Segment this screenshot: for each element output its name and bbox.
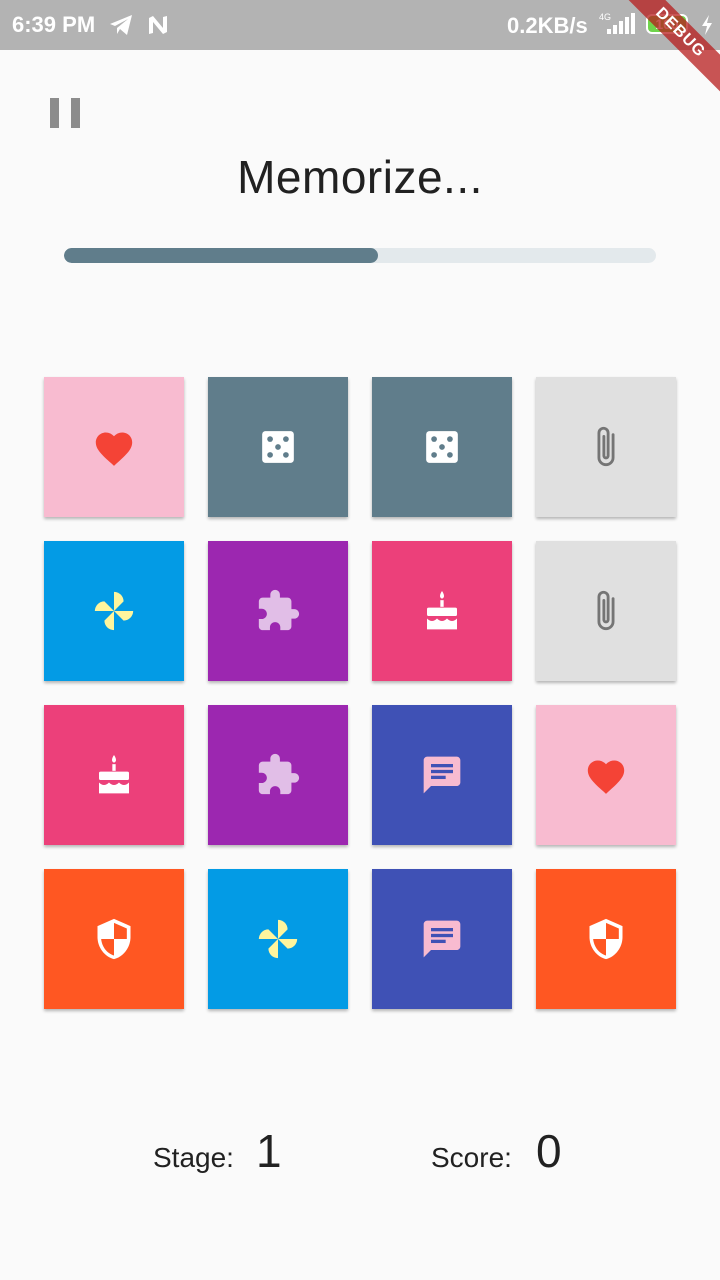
memory-tile[interactable] — [372, 541, 512, 681]
progress-fill — [64, 248, 378, 263]
paperclip-icon — [593, 588, 619, 634]
heart-icon — [92, 427, 136, 467]
memory-tile[interactable] — [44, 705, 184, 845]
pause-icon-bar — [71, 98, 80, 128]
memory-tile[interactable] — [372, 705, 512, 845]
signal-icon: 4G — [597, 12, 637, 42]
memory-tile[interactable] — [536, 377, 676, 517]
dice-icon — [423, 428, 461, 466]
memory-tile[interactable] — [208, 377, 348, 517]
memory-tile[interactable] — [536, 705, 676, 845]
memory-tile[interactable] — [208, 869, 348, 1009]
status-bar: 6:39 PM 0.2KB/s 4G 100 — [0, 0, 720, 50]
puzzle-icon — [255, 588, 301, 634]
memory-tile[interactable] — [372, 869, 512, 1009]
memory-tile[interactable] — [536, 541, 676, 681]
memorize-progress-bar — [64, 248, 656, 263]
pinwheel-icon — [91, 588, 137, 634]
pause-icon-bar — [50, 98, 59, 128]
shield-icon — [92, 917, 136, 961]
telegram-icon — [108, 13, 134, 37]
puzzle-icon — [255, 752, 301, 798]
dice-icon — [259, 428, 297, 466]
status-time: 6:39 PM — [12, 12, 96, 37]
cake-icon — [422, 589, 462, 633]
memory-tile[interactable] — [44, 377, 184, 517]
score-value: 0 — [536, 1125, 562, 1177]
heart-icon — [584, 755, 628, 795]
score-footer: Stage: 1 Score: 0 — [0, 1120, 720, 1190]
status-left-icons — [108, 13, 170, 37]
memory-tile[interactable] — [536, 869, 676, 1009]
cake-icon — [94, 753, 134, 797]
memory-tile[interactable] — [44, 541, 184, 681]
memory-tile[interactable] — [208, 705, 348, 845]
memory-tile[interactable] — [372, 377, 512, 517]
pause-button[interactable] — [50, 98, 80, 130]
chat-icon — [420, 917, 464, 961]
n-icon — [146, 13, 170, 37]
shield-icon — [584, 917, 628, 961]
memory-tile[interactable] — [208, 541, 348, 681]
stage-value: 1 — [256, 1125, 282, 1177]
page-title: Memorize... — [237, 151, 483, 203]
pinwheel-icon — [255, 916, 301, 962]
chat-icon — [420, 753, 464, 797]
tile-grid — [44, 377, 676, 1009]
score-label: Score: — [431, 1142, 512, 1173]
network-type: 4G — [599, 12, 611, 22]
network-speed: 0.2KB/s — [507, 13, 588, 38]
stage-label: Stage: — [153, 1142, 234, 1173]
paperclip-icon — [593, 424, 619, 470]
memory-tile[interactable] — [44, 869, 184, 1009]
